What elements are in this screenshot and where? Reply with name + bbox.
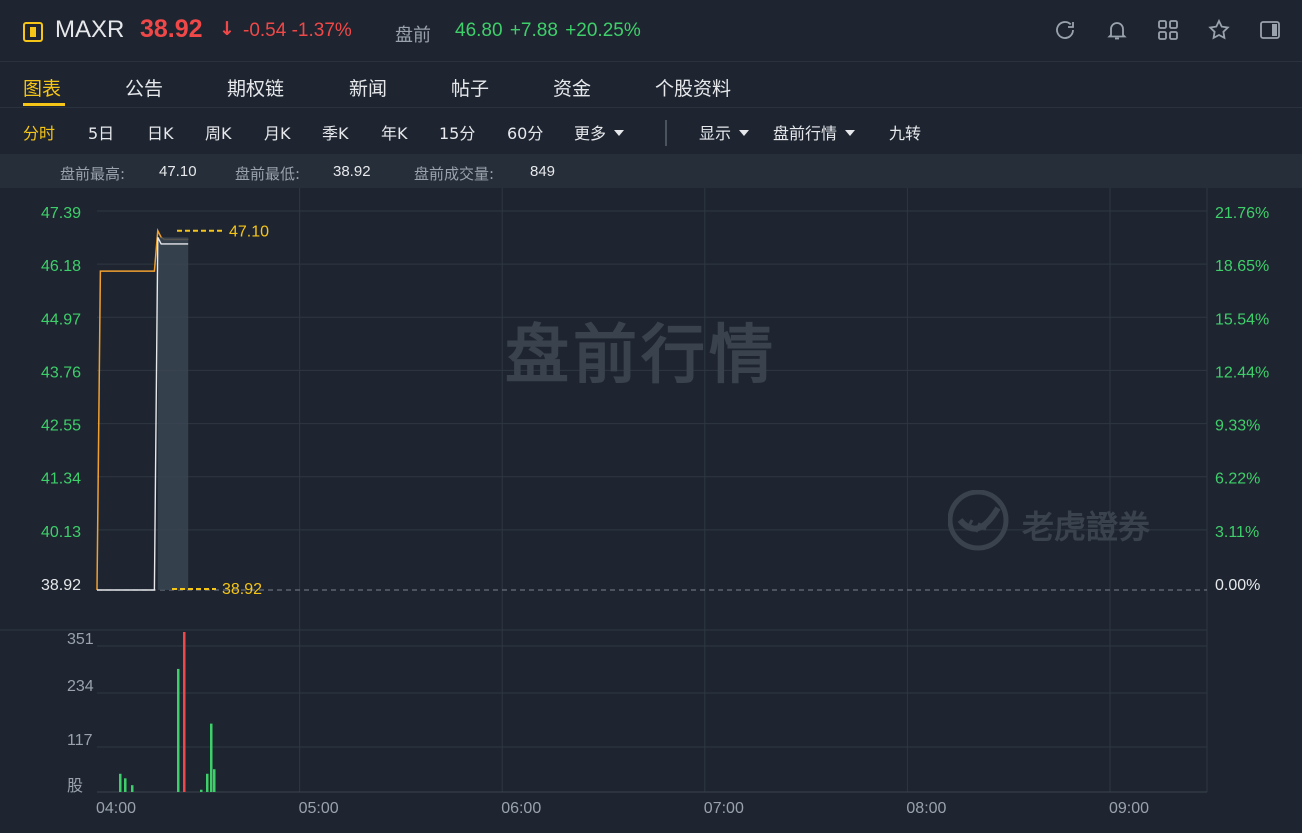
price-tick-label: 42.55 xyxy=(41,418,81,435)
premarket-low-value: 38.92 xyxy=(333,163,371,180)
volume-bar xyxy=(210,723,213,792)
time-tick-label: 07:00 xyxy=(704,800,744,817)
last-price: 38.92 xyxy=(140,15,203,43)
low-marker-label: 38.92 xyxy=(222,581,262,598)
period-year[interactable]: 年K xyxy=(381,120,408,144)
price-tick-label: 38.92 xyxy=(41,577,81,594)
average-area xyxy=(157,237,189,590)
volume-bar xyxy=(119,773,122,792)
premarket-change-pct: +20.25% xyxy=(565,20,641,41)
volume-tick-label: 股 xyxy=(67,777,83,795)
down-arrow-icon: ↓ xyxy=(219,18,235,40)
active-tab-indicator xyxy=(23,103,65,106)
period-quarter[interactable]: 季K xyxy=(322,120,349,144)
intraday-chart[interactable]: 47.39 21.76% 46.18 18.65% 44.97 15.54% 43.76 12… xyxy=(0,188,1302,833)
price-tick-label: 47.39 xyxy=(41,205,81,222)
toolbar-divider xyxy=(665,120,667,146)
time-tick-label: 08:00 xyxy=(906,800,946,817)
premarket-price: 46.80 xyxy=(455,20,503,41)
tab-profile[interactable]: 个股资料 xyxy=(655,74,731,101)
premarket-option-label: 盘前行情 xyxy=(773,124,838,143)
refresh-icon[interactable] xyxy=(1053,18,1077,42)
display-label: 显示 xyxy=(699,124,732,143)
tiger-logo-icon xyxy=(948,490,1009,551)
quote-header: MAXR 38.92 ↓ -0.54 -1.37% 盘前 46.80 +7.88… xyxy=(0,0,1302,62)
period-more-label: 更多 xyxy=(574,124,607,143)
price-change: -0.54 -1.37% xyxy=(243,20,352,42)
period-more-dropdown[interactable]: 更多 xyxy=(574,120,625,144)
price-tick-label: 43.76 xyxy=(41,364,81,381)
volume-bar xyxy=(213,769,216,792)
period-15min[interactable]: 15分 xyxy=(439,120,475,144)
tab-announcements[interactable]: 公告 xyxy=(125,74,163,101)
star-icon[interactable] xyxy=(1207,18,1231,42)
tab-capital[interactable]: 资金 xyxy=(553,74,591,101)
premarket-label: 盘前 xyxy=(395,25,431,46)
brand-watermark: 老虎證券 xyxy=(948,490,1188,551)
panel-icon[interactable] xyxy=(1258,18,1282,42)
market-badge-icon xyxy=(23,22,43,42)
caret-down-icon xyxy=(614,129,625,136)
premarket-change: +7.88 xyxy=(509,20,558,41)
period-intraday[interactable]: 分时 xyxy=(23,120,55,144)
volume-bar xyxy=(131,785,134,792)
high-marker-label: 47.10 xyxy=(229,224,269,241)
volume-bar xyxy=(206,773,209,792)
percent-tick-label: 0.00% xyxy=(1215,577,1260,594)
percent-tick-label: 15.54% xyxy=(1215,311,1269,328)
grid-icon[interactable] xyxy=(1156,18,1180,42)
volume-bar xyxy=(200,789,203,792)
percent-tick-label: 12.44% xyxy=(1215,364,1269,381)
price-tick-label: 41.34 xyxy=(41,471,81,488)
price-tick-label: 46.18 xyxy=(41,258,81,275)
caret-down-icon xyxy=(845,129,856,136)
percent-tick-label: 18.65% xyxy=(1215,258,1269,275)
content-tabs: 图表 公告 期权链 新闻 帖子 资金 个股资料 xyxy=(0,62,1302,108)
period-5d[interactable]: 5日 xyxy=(88,120,114,144)
tab-chart[interactable]: 图表 xyxy=(23,74,61,101)
premarket-stats: 盘前最高: 47.10 盘前最低: 38.92 盘前成交量: 849 xyxy=(0,154,1302,188)
premarket-high-label: 盘前最高: xyxy=(60,165,126,183)
time-tick-label: 06:00 xyxy=(501,800,541,817)
volume-bar xyxy=(177,668,180,792)
tab-posts[interactable]: 帖子 xyxy=(451,74,489,101)
premarket-high-value: 47.10 xyxy=(159,163,197,180)
tab-options-chain[interactable]: 期权链 xyxy=(227,74,284,101)
time-tick-label: 05:00 xyxy=(299,800,339,817)
percent-tick-label: 3.11% xyxy=(1215,524,1259,541)
volume-bar xyxy=(183,632,186,792)
volume-tick-label: 234 xyxy=(67,678,94,695)
price-tick-label: 44.97 xyxy=(41,311,81,328)
period-week[interactable]: 周K xyxy=(205,120,232,144)
percent-tick-label: 21.76% xyxy=(1215,205,1269,222)
premarket-low-label: 盘前最低: xyxy=(235,165,301,183)
price-tick-label: 40.13 xyxy=(41,524,81,541)
volume-bar xyxy=(124,778,127,792)
change-amount: -0.54 xyxy=(243,20,287,41)
bell-icon[interactable] xyxy=(1105,18,1129,42)
premarket-volume-value: 849 xyxy=(530,163,556,180)
period-bar: 分时 5日 日K 周K 月K 季K 年K 15分 60分 更多 显示 盘前行情 … xyxy=(0,108,1302,154)
time-tick-label: 04:00 xyxy=(96,800,136,817)
premarket-volume-label: 盘前成交量: xyxy=(414,165,495,183)
period-day[interactable]: 日K xyxy=(147,120,174,144)
period-month[interactable]: 月K xyxy=(264,120,291,144)
brand-name: 老虎證券 xyxy=(1022,508,1151,546)
premarket-quote: 46.80 +7.88 +20.25% xyxy=(455,20,641,42)
volume-tick-label: 351 xyxy=(67,631,94,648)
period-60min[interactable]: 60分 xyxy=(507,120,543,144)
chart-watermark: 盘前行情 xyxy=(505,319,777,393)
td-sequential-button[interactable]: 九转 xyxy=(889,120,921,144)
premarket-dropdown[interactable]: 盘前行情 xyxy=(773,120,856,144)
display-dropdown[interactable]: 显示 xyxy=(699,120,750,144)
time-tick-label: 09:00 xyxy=(1109,800,1149,817)
ticker-symbol: MAXR xyxy=(55,16,125,43)
tab-news[interactable]: 新闻 xyxy=(349,74,387,101)
caret-down-icon xyxy=(739,129,750,136)
volume-tick-label: 117 xyxy=(67,732,93,749)
percent-tick-label: 6.22% xyxy=(1215,471,1260,488)
change-percent: -1.37% xyxy=(291,20,352,41)
percent-tick-label: 9.33% xyxy=(1215,418,1260,435)
